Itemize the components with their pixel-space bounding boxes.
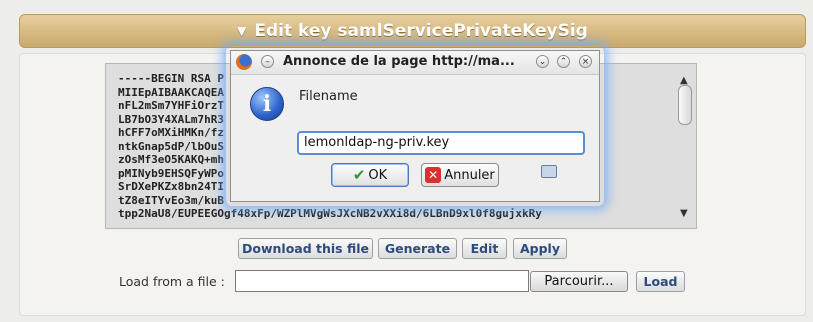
ok-button[interactable]: ✔ OK [331, 163, 409, 187]
dialog-message: Filename [299, 89, 358, 104]
info-icon: i [250, 87, 284, 121]
cancel-icon: ✕ [425, 167, 442, 183]
prompt-dialog: – Annonce de la page http://ma... ⌄ ⌃ × … [230, 50, 600, 202]
scroll-thumb[interactable] [678, 85, 692, 125]
browse-button[interactable]: Parcourir... [530, 271, 628, 292]
key-scrollbar[interactable]: ▲ ▼ [677, 75, 695, 226]
cancel-button[interactable]: ✕ Annuler [421, 163, 499, 187]
edit-button[interactable]: Edit [462, 238, 507, 259]
keyboard-icon [541, 165, 557, 178]
load-file-label: Load from a file : [119, 274, 225, 289]
ok-label: OK [368, 167, 388, 183]
panel-title: Edit key samlServicePrivateKeySig [254, 21, 588, 41]
dialog-titlebar[interactable]: – Annonce de la page http://ma... ⌄ ⌃ × [231, 51, 599, 75]
filename-input[interactable]: lemonldap-ng-priv.key [297, 131, 585, 155]
window-menu-icon[interactable]: – [261, 55, 274, 68]
minimize-icon[interactable]: ⌄ [536, 55, 549, 68]
download-button[interactable]: Download this file [238, 238, 373, 259]
load-button[interactable]: Load [636, 271, 685, 292]
panel-header[interactable]: ▼ Edit key samlServicePrivateKeySig [19, 14, 806, 48]
firefox-icon [236, 54, 252, 70]
close-icon[interactable]: × [579, 55, 592, 68]
generate-button[interactable]: Generate [378, 238, 457, 259]
scroll-down-icon[interactable]: ▼ [680, 208, 688, 219]
apply-button[interactable]: Apply [513, 238, 567, 259]
file-path-input[interactable] [235, 270, 529, 292]
maximize-icon[interactable]: ⌃ [557, 55, 570, 68]
key-line: tpp2NaU8/EUPEEGOgf48xFp/WZPlMVgWsJXcNB2v… [118, 207, 542, 220]
dialog-title: Annonce de la page http://ma... [283, 54, 515, 69]
check-icon: ✔ [352, 166, 366, 184]
collapse-triangle-icon: ▼ [237, 24, 247, 38]
cancel-label: Annuler [444, 167, 495, 183]
